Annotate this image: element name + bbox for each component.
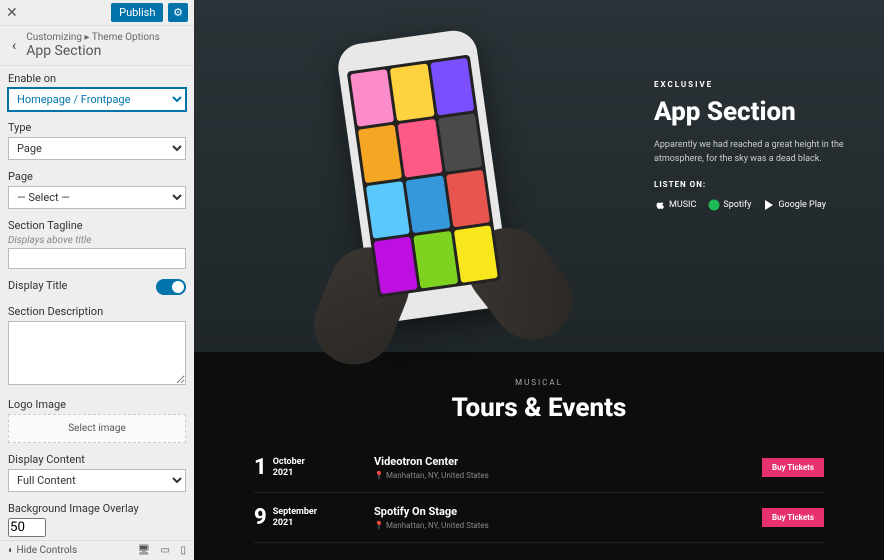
hero-title: App Section — [654, 97, 854, 127]
type-select[interactable]: Page — [8, 137, 186, 160]
close-icon[interactable]: ✕ — [6, 5, 18, 21]
app-tile — [446, 169, 490, 227]
device-desktop-icon[interactable]: 🖥 — [137, 545, 150, 556]
app-tile — [438, 114, 482, 172]
app-tile — [398, 119, 442, 177]
app-tile — [453, 225, 497, 283]
app-tile — [406, 175, 450, 233]
brand-spotify[interactable]: Spotify — [708, 199, 751, 211]
event-row: 1 October2021 Videotron Center 📍 Manhattan,… — [254, 443, 824, 493]
type-label: Type — [8, 121, 186, 134]
display-content-label: Display Content — [8, 453, 186, 466]
tours-title: Tours & Events — [254, 393, 824, 423]
overlay-label: Background Image Overlay — [8, 502, 186, 515]
preview-pane: EXCLUSIVE App Section Apparently we had … — [194, 0, 884, 560]
logo-label: Logo Image — [8, 398, 186, 411]
brand-google-play[interactable]: Google Play — [763, 199, 826, 211]
buy-tickets-button[interactable]: Buy Tickets — [762, 508, 824, 527]
app-tile — [430, 58, 474, 116]
spotify-icon — [708, 199, 720, 211]
gear-icon[interactable]: ⚙ — [168, 3, 188, 22]
desc-label: Section Description — [8, 305, 186, 318]
event-location: 📍 Manhattan, NY, United States — [374, 521, 762, 530]
tagline-hint: Displays above title — [8, 235, 186, 246]
event-day: 1 — [254, 455, 267, 480]
device-tablet-icon[interactable]: ▭ — [161, 545, 170, 556]
select-image-button[interactable]: Select image — [8, 414, 186, 443]
apple-icon — [654, 199, 666, 211]
app-tile — [390, 63, 434, 121]
display-content-select[interactable]: Full Content — [8, 469, 186, 492]
desc-textarea[interactable] — [8, 321, 186, 385]
event-month-year: October2021 — [273, 457, 305, 479]
display-title-label: Display Title — [8, 279, 67, 292]
hero-eyebrow: EXCLUSIVE — [654, 80, 854, 89]
brand-apple-music[interactable]: MUSIC — [654, 199, 696, 211]
page-select[interactable]: — Select — — [8, 186, 186, 209]
app-tile — [414, 231, 458, 289]
tagline-input[interactable] — [8, 248, 186, 269]
hero-desc: Apparently we had reached a great height… — [654, 139, 854, 166]
listen-on-label: LISTEN ON: — [654, 180, 854, 189]
page-label: Page — [8, 170, 186, 183]
display-title-toggle[interactable] — [156, 279, 186, 295]
app-tile — [374, 236, 418, 294]
device-mobile-icon[interactable]: ▯ — [180, 545, 186, 556]
event-venue: Videotron Center — [374, 455, 762, 468]
event-day: 9 — [254, 505, 267, 530]
buy-tickets-button[interactable]: Buy Tickets — [762, 458, 824, 477]
enable-on-label: Enable on — [8, 72, 186, 85]
back-icon[interactable]: ‹ — [8, 34, 20, 58]
publish-button[interactable]: Publish — [111, 3, 163, 22]
event-location: 📍 Manhattan, NY, United States — [374, 471, 762, 480]
app-tile — [358, 125, 402, 183]
event-row: 9 September2021 Spotify On Stage 📍 Manhatta… — [254, 493, 824, 543]
app-tile — [350, 69, 394, 127]
enable-on-select[interactable]: Homepage / Frontpage — [8, 88, 186, 111]
overlay-input[interactable] — [8, 518, 46, 537]
event-month-year: September2021 — [273, 507, 317, 529]
page-title: App Section — [26, 43, 160, 59]
tagline-label: Section Tagline — [8, 219, 186, 232]
event-venue: Spotify On Stage — [374, 505, 762, 518]
tours-eyebrow: MUSICAL — [254, 378, 824, 387]
hide-controls-button[interactable]: ◐ Hide Controls — [8, 545, 77, 556]
phone-mockup — [335, 28, 513, 325]
play-icon — [763, 199, 775, 211]
app-tile — [366, 181, 410, 239]
breadcrumb: Customizing ▸ Theme Options — [26, 32, 160, 43]
